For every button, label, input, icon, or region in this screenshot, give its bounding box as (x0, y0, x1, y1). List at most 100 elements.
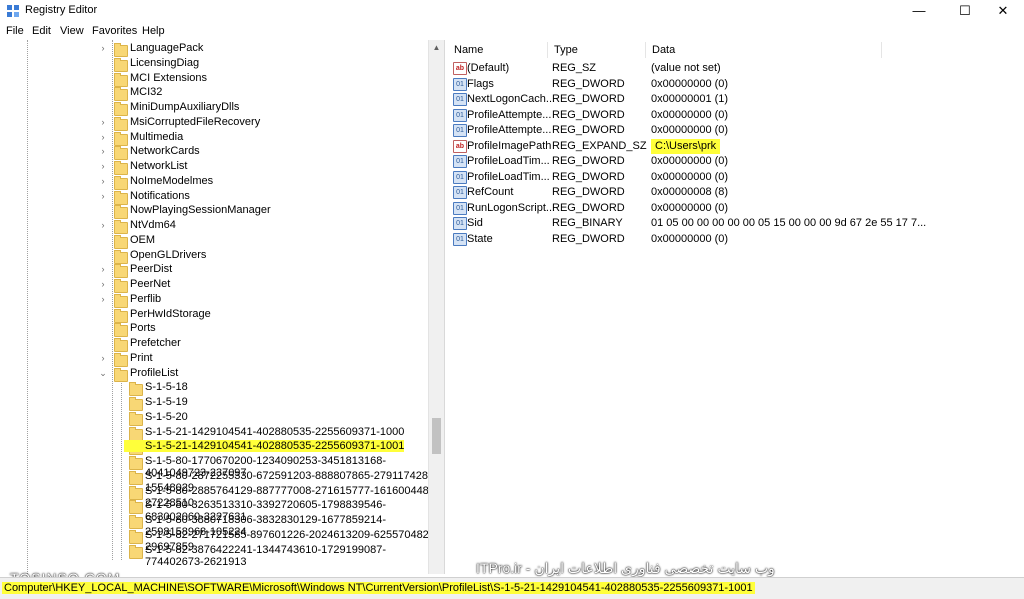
menu-edit[interactable]: Edit (32, 25, 51, 37)
tree-node-label[interactable]: Prefetcher (130, 337, 181, 349)
value-name[interactable]: RunLogonScript... (467, 201, 555, 216)
value-name[interactable]: Flags (467, 77, 494, 92)
tree-node-selected[interactable]: S-1-5-21-1429104541-402880535-2255609371… (124, 440, 405, 453)
value-data[interactable]: 0x00000000 (0) (651, 201, 728, 216)
tree-node-label[interactable]: ProfileList (130, 367, 178, 379)
menu-favorites[interactable]: Favorites (92, 25, 137, 37)
value-data[interactable]: 0x00000000 (0) (651, 123, 728, 138)
folder-icon (114, 146, 128, 161)
tree-node-label[interactable]: NetworkCards (130, 145, 200, 157)
scroll-thumb[interactable] (432, 418, 441, 454)
value-name[interactable]: ProfileLoadTim... (467, 170, 550, 185)
tree-node-label[interactable]: LicensingDiag (130, 57, 199, 69)
close-button[interactable]: ✕ (980, 0, 1024, 22)
watermark-itpro: ITPro.ir - وب سایت تخصصی فناوری اطلاعات … (476, 560, 775, 576)
value-name[interactable]: ProfileLoadTim... (467, 154, 550, 169)
tree-node-label[interactable]: PeerDist (130, 263, 172, 275)
tree-node-label[interactable]: S-1-5-18 (145, 381, 188, 393)
address-path[interactable]: Computer\HKEY_LOCAL_MACHINE\SOFTWARE\Mic… (2, 582, 755, 594)
tree-node-label[interactable]: MCI Extensions (130, 72, 207, 84)
tree-node-label[interactable]: MsiCorruptedFileRecovery (130, 116, 260, 128)
binary-value-icon: 01 (453, 155, 467, 168)
value-name[interactable]: Sid (467, 216, 483, 231)
tree-node-label[interactable]: Multimedia (130, 131, 183, 143)
value-data[interactable]: 0x00000000 (0) (651, 108, 728, 123)
menu-view[interactable]: View (60, 25, 84, 37)
value-data[interactable]: 0x00000000 (0) (651, 154, 728, 169)
value-name[interactable]: ProfileImagePath (467, 139, 551, 154)
expand-chevron-icon[interactable]: › (98, 117, 108, 127)
tree-node-label[interactable]: Print (130, 352, 153, 364)
menu-file[interactable]: File (6, 25, 24, 37)
value-type[interactable]: REG_DWORD (552, 170, 625, 185)
value-data[interactable]: 0x00000008 (8) (651, 185, 728, 200)
value-type[interactable]: REG_DWORD (552, 123, 625, 138)
column-header-type[interactable]: Type (548, 42, 646, 58)
column-header-data[interactable]: Data (646, 42, 882, 58)
expand-chevron-icon[interactable]: › (98, 132, 108, 142)
tree-node-label[interactable]: S-1-5-82-3876422241-1344743610-172919908… (145, 544, 444, 568)
scroll-up-arrow-icon[interactable]: ▲ (429, 40, 444, 55)
expand-chevron-icon[interactable]: › (98, 264, 108, 274)
expand-chevron-icon[interactable]: › (98, 191, 108, 201)
value-type[interactable]: REG_DWORD (552, 154, 625, 169)
value-type[interactable]: REG_DWORD (552, 232, 625, 247)
tree-node-label[interactable]: S-1-5-20 (145, 411, 188, 423)
expand-chevron-icon[interactable]: › (98, 220, 108, 230)
expand-chevron-icon[interactable]: › (98, 43, 108, 53)
tree-node-label[interactable]: OEM (130, 234, 155, 246)
value-name[interactable]: State (467, 232, 493, 247)
column-header-name[interactable]: Name (448, 42, 548, 58)
expand-chevron-icon[interactable]: › (98, 176, 108, 186)
value-type[interactable]: REG_BINARY (552, 216, 623, 231)
value-type[interactable]: REG_DWORD (552, 201, 625, 216)
folder-icon (114, 102, 128, 116)
expand-chevron-icon[interactable]: › (98, 146, 108, 156)
value-data[interactable]: (value not set) (651, 61, 721, 76)
expand-chevron-icon[interactable]: › (98, 353, 108, 363)
value-name[interactable]: (Default) (467, 61, 509, 76)
tree-node-label[interactable]: LanguagePack (130, 42, 203, 54)
menu-help[interactable]: Help (142, 25, 165, 37)
value-data[interactable]: C:\Users\prk (651, 138, 721, 154)
value-name[interactable]: NextLogonCach... (467, 92, 555, 107)
tree-node-label[interactable]: Notifications (130, 190, 190, 202)
value-data[interactable]: 0x00000000 (0) (651, 77, 728, 92)
key-tree-pane[interactable]: › LanguagePack LicensingDiag MCI Extensions… (0, 40, 445, 574)
tree-node-label[interactable]: NtVdm64 (130, 219, 176, 231)
value-type[interactable]: REG_DWORD (552, 108, 625, 123)
value-name[interactable]: RefCount (467, 185, 513, 200)
value-name[interactable]: ProfileAttempte... (467, 108, 551, 123)
folder-icon (114, 352, 128, 367)
expand-chevron-icon[interactable]: › (98, 294, 108, 304)
value-type[interactable]: REG_EXPAND_SZ (552, 139, 647, 154)
value-type[interactable]: REG_DWORD (552, 185, 625, 200)
folder-icon (114, 57, 128, 72)
folder-icon (129, 515, 143, 529)
value-data[interactable]: 0x00000000 (0) (651, 232, 728, 247)
tree-node-label[interactable]: PerHwIdStorage (130, 308, 211, 320)
tree-node-label[interactable]: S-1-5-19 (145, 396, 188, 408)
tree-node-label[interactable]: NoImeModelmes (130, 175, 213, 187)
value-data[interactable]: 01 05 00 00 00 00 00 05 15 00 00 00 9d 6… (651, 216, 926, 231)
tree-vertical-scrollbar[interactable]: ▲ (428, 40, 444, 574)
value-type[interactable]: REG_DWORD (552, 92, 625, 107)
tree-node-label[interactable]: MiniDumpAuxiliaryDlls (130, 101, 239, 113)
value-type[interactable]: REG_SZ (552, 61, 596, 76)
value-name[interactable]: ProfileAttempte... (467, 123, 551, 138)
collapse-chevron-icon[interactable]: ⌄ (98, 368, 108, 379)
expand-chevron-icon[interactable]: › (98, 279, 108, 289)
tree-node-label[interactable]: OpenGLDrivers (130, 249, 206, 261)
tree-node-label[interactable]: Perflib (130, 293, 161, 305)
value-data[interactable]: 0x00000000 (0) (651, 170, 728, 185)
value-type[interactable]: REG_DWORD (552, 77, 625, 92)
minimize-button[interactable]: — (896, 0, 942, 22)
tree-node-label[interactable]: MCI32 (130, 86, 162, 98)
tree-node-label[interactable]: S-1-5-21-1429104541-402880535-2255609371… (145, 426, 404, 438)
tree-node-label[interactable]: PeerNet (130, 278, 170, 290)
tree-node-label[interactable]: NowPlayingSessionManager (130, 204, 271, 216)
expand-chevron-icon[interactable]: › (98, 161, 108, 171)
tree-node-label[interactable]: NetworkList (130, 160, 187, 172)
value-data[interactable]: 0x00000001 (1) (651, 92, 728, 107)
tree-node-label[interactable]: Ports (130, 322, 156, 334)
